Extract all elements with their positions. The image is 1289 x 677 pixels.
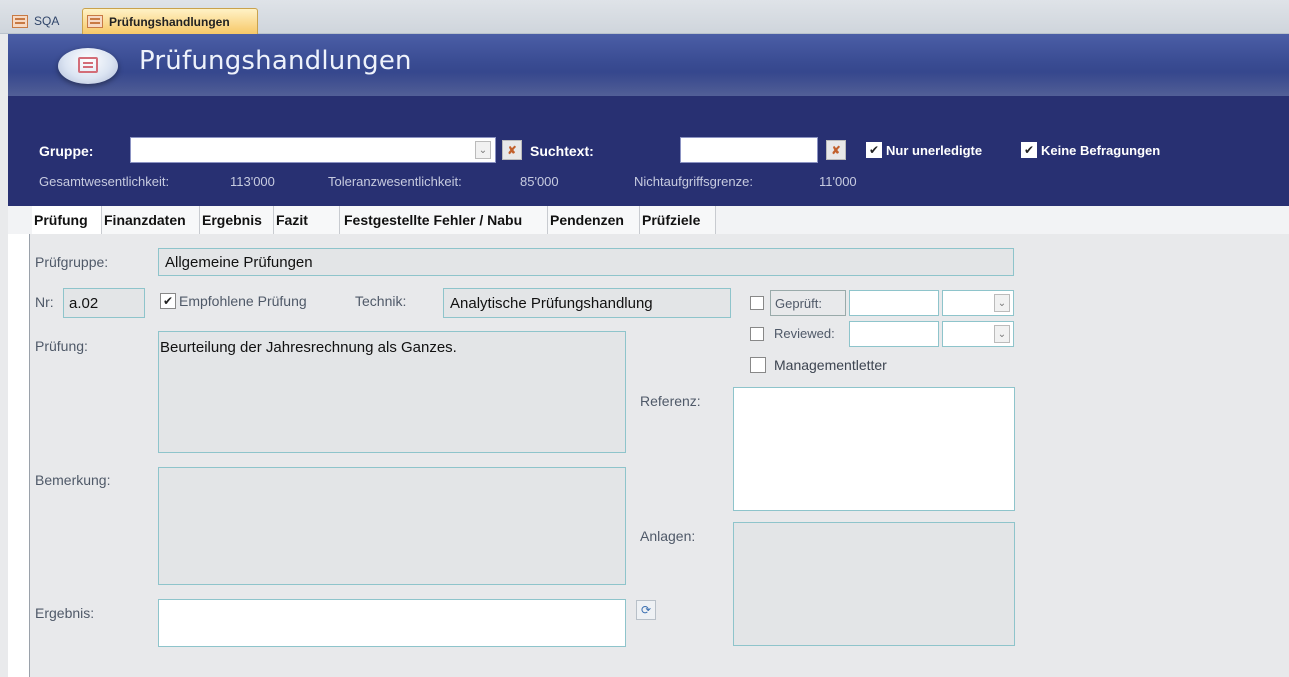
nichtaufgriffsgrenze-label: Nichtaufgriffsgrenze: xyxy=(634,174,753,189)
tab-pendenzen[interactable]: Pendenzen xyxy=(548,206,640,234)
form-tab-bar: Prüfung Finanzdaten Ergebnis Fazit Festg… xyxy=(8,206,1289,234)
nr-value: a.02 xyxy=(69,295,99,312)
detail-section: Prüfgruppe: Allgemeine Prüfungen Nr: a.0… xyxy=(30,234,1289,677)
nur-unerledigte-label: Nur unerledigte xyxy=(886,142,983,158)
bemerkung-label: Bemerkung: xyxy=(35,472,111,488)
tab-finanzdaten[interactable]: Finanzdaten xyxy=(102,206,200,234)
pruefung-label: Prüfung: xyxy=(35,338,88,354)
gruppe-label: Gruppe: xyxy=(39,143,94,159)
gesamtwesentlichkeit-label: Gesamtwesentlichkeit: xyxy=(39,174,170,189)
toleranzwesentlichkeit-label: Toleranzwesentlichkeit: xyxy=(328,174,462,189)
referenz-textarea[interactable] xyxy=(733,387,1015,511)
refresh-icon[interactable]: ⟳ xyxy=(636,600,656,620)
form-logo-icon xyxy=(58,48,118,84)
checkbox-checked-icon[interactable]: ✔ xyxy=(866,142,882,158)
checkbox-unchecked-icon[interactable] xyxy=(750,357,766,373)
managementletter-checkbox[interactable]: Managementletter xyxy=(750,357,887,373)
chevron-down-icon[interactable]: ⌄ xyxy=(994,294,1010,312)
pruefung-value: Beurteilung der Jahresrechnung als Ganze… xyxy=(160,339,457,356)
geprueft-label-box: Geprüft: xyxy=(770,290,846,316)
anlagen-list[interactable] xyxy=(733,522,1015,646)
pruefung-textarea[interactable]: Beurteilung der Jahresrechnung als Ganze… xyxy=(158,331,626,453)
technik-field[interactable]: Analytische Prüfungshandlung xyxy=(443,288,731,318)
checkbox-checked-icon[interactable]: ✔ xyxy=(160,293,176,309)
reviewed-checkbox[interactable] xyxy=(750,327,764,341)
anlagen-label: Anlagen: xyxy=(640,528,696,544)
bemerkung-textarea[interactable] xyxy=(158,467,626,585)
form-icon xyxy=(12,14,28,28)
tab-pruefung[interactable]: Prüfung xyxy=(32,206,102,234)
geprueft-checkbox[interactable] xyxy=(750,296,764,310)
search-clear-icon[interactable]: ✘ xyxy=(826,140,846,160)
checkbox-checked-icon[interactable]: ✔ xyxy=(1021,142,1037,158)
ergebnis-label: Ergebnis: xyxy=(35,605,95,621)
doc-tab-pruefungshandlungen[interactable]: Prüfungshandlungen xyxy=(82,8,258,34)
tab-ergebnis[interactable]: Ergebnis xyxy=(200,206,274,234)
nr-field[interactable]: a.02 xyxy=(63,288,145,318)
suchtext-input[interactable] xyxy=(680,137,818,163)
reviewed-date-input[interactable] xyxy=(849,321,939,347)
gesamtwesentlichkeit-value: 113'000 xyxy=(230,174,275,189)
filter-clear-icon[interactable]: ✘ xyxy=(502,140,522,160)
empfohlene-pruefung-label: Empfohlene Prüfung xyxy=(179,293,307,309)
pruefgruppe-field[interactable]: Allgemeine Prüfungen xyxy=(158,248,1014,276)
pruefgruppe-value: Allgemeine Prüfungen xyxy=(165,254,313,271)
managementletter-label: Managementletter xyxy=(774,357,887,373)
technik-label: Technik: xyxy=(355,293,407,309)
nur-unerledigte-checkbox[interactable]: ✔ Nur unerledigte xyxy=(866,142,982,158)
keine-befragungen-checkbox[interactable]: ✔ Keine Befragungen xyxy=(1021,142,1160,158)
tab-festgestellte-fehler[interactable]: Festgestellte Fehler / Nabu xyxy=(340,206,548,234)
doc-tab-sqa[interactable]: SQA xyxy=(8,8,82,34)
pruefgruppe-label: Prüfgruppe: xyxy=(35,254,109,270)
nr-label: Nr: xyxy=(35,294,54,310)
doc-tab-label: Prüfungshandlungen xyxy=(109,14,230,29)
gruppe-combobox[interactable]: ⌄ xyxy=(130,137,496,163)
tab-pruefziele[interactable]: Prüfziele xyxy=(640,206,716,234)
form-icon xyxy=(87,15,103,28)
form-title: Prüfungshandlungen xyxy=(139,46,412,76)
ergebnis-textarea[interactable] xyxy=(158,599,626,647)
geprueft-label: Geprüft: xyxy=(775,296,822,311)
chevron-down-icon[interactable]: ⌄ xyxy=(475,141,491,159)
technik-value: Analytische Prüfungshandlung xyxy=(450,295,653,312)
suchtext-label: Suchtext: xyxy=(530,143,594,159)
reviewed-user-combobox[interactable]: ⌄ xyxy=(942,321,1014,347)
keine-befragungen-label: Keine Befragungen xyxy=(1041,142,1161,158)
referenz-label: Referenz: xyxy=(640,393,701,409)
form-header: Prüfungshandlungen Gruppe: ⌄ ✘ Suchtext:… xyxy=(8,34,1289,206)
tab-fazit[interactable]: Fazit xyxy=(274,206,340,234)
toleranzwesentlichkeit-value: 85'000 xyxy=(520,174,559,189)
geprueft-user-combobox[interactable]: ⌄ xyxy=(942,290,1014,316)
reviewed-label: Reviewed: xyxy=(774,326,835,341)
chevron-down-icon[interactable]: ⌄ xyxy=(994,325,1010,343)
record-selector-bar xyxy=(8,206,30,677)
nichtaufgriffsgrenze-value: 11'000 xyxy=(819,174,857,189)
geprueft-date-input[interactable] xyxy=(849,290,939,316)
empfohlene-pruefung-checkbox[interactable]: ✔ Empfohlene Prüfung xyxy=(160,293,307,309)
document-tab-strip: SQA Prüfungshandlungen xyxy=(0,0,1289,34)
doc-tab-label: SQA xyxy=(34,14,60,28)
